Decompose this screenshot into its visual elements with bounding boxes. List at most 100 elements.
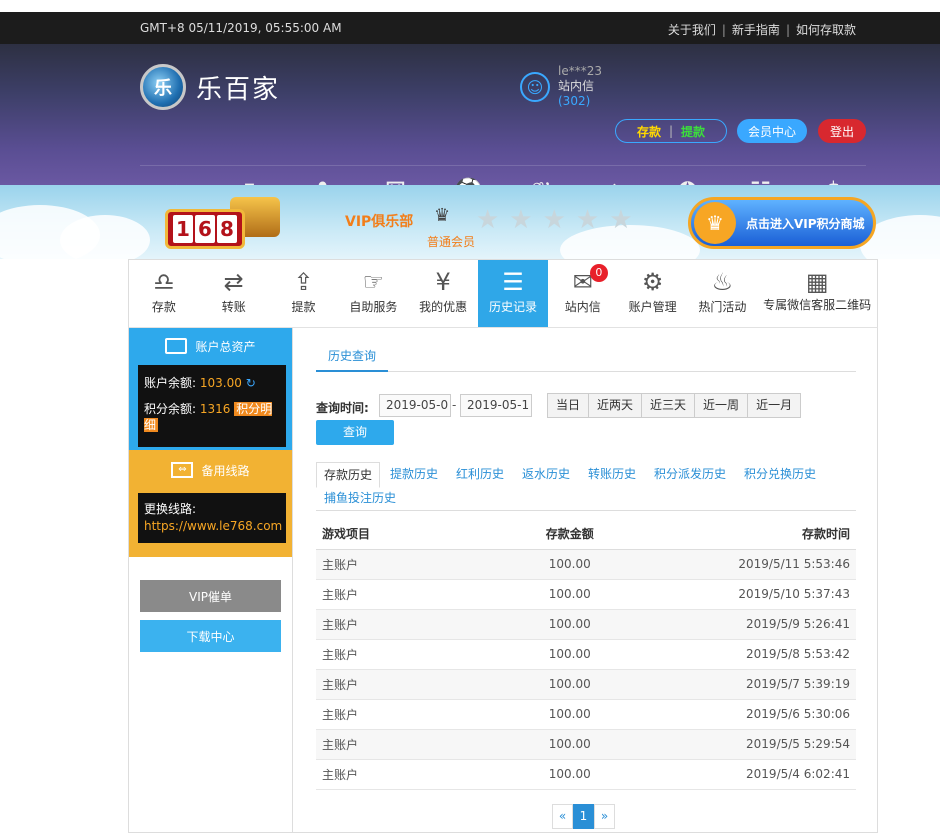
tab-points-exchange-history[interactable]: 积分兑换历史 (744, 462, 816, 486)
about-us-link[interactable]: 关于我们 (668, 23, 716, 37)
vip-level: 普通会员 (427, 235, 476, 249)
cell-game: 主账户 (316, 639, 511, 670)
inbox-count[interactable]: (302) (558, 94, 602, 109)
cell-amount: 100.00 (510, 549, 630, 580)
account-icon: ⚙ (641, 268, 664, 296)
table-row: 主账户 100.00 2019/5/9 5:26:41 (316, 609, 856, 640)
tab-transfer-history[interactable]: 转账历史 (588, 462, 636, 486)
sub-nav-label: 自助服务 (349, 300, 398, 314)
divider (140, 165, 866, 166)
sub-nav-item[interactable]: ♎ 存款 (129, 260, 199, 327)
download-center-button[interactable]: 下载中心 (140, 620, 281, 652)
backup-line-panel: ⇔ 备用线路 更换线路: https://www.le768.com (129, 450, 292, 557)
logout-button[interactable]: 登出 (818, 119, 866, 143)
refresh-icon[interactable]: ↻ (246, 376, 256, 390)
date-from-input[interactable]: 2019-05-0 (379, 394, 451, 417)
coupon-icon: ¥ (435, 268, 451, 296)
unread-badge: 0 (589, 264, 608, 282)
query-time-label: 查询时间: (316, 401, 369, 415)
quick-range-button[interactable]: 近两天 (588, 393, 642, 418)
table-row: 主账户 100.00 2019/5/11 5:53:46 (316, 549, 856, 580)
cell-time: 2019/5/5 5:29:54 (629, 729, 856, 760)
logo-text: 乐百家 (196, 74, 281, 105)
username: le***23 (558, 64, 602, 78)
tab-withdraw-history[interactable]: 提款历史 (390, 462, 438, 486)
deposit-button[interactable]: 存款 (637, 123, 661, 140)
cell-amount: 100.00 (510, 759, 630, 790)
quick-range-button[interactable]: 近一周 (694, 393, 748, 418)
withdraw-button[interactable]: 提款 (681, 123, 705, 140)
sub-nav-item[interactable]: ☞ 自助服务 (338, 260, 408, 327)
backup-line-box: 更换线路: https://www.le768.com (138, 493, 286, 543)
search-button[interactable]: 查询 (316, 420, 394, 445)
switch-label: 更换线路: (144, 502, 197, 516)
slot-digit: 6 (195, 215, 215, 243)
vip-mall-button[interactable]: ♛ 点击进入VIP积分商城 (688, 197, 876, 249)
quick-range-button[interactable]: 近一月 (747, 393, 802, 418)
slot-digit: 1 (173, 215, 193, 243)
sub-nav-item[interactable]: ✉ 站内信 0 (548, 260, 618, 327)
user-avatar-icon[interactable]: ☺ (520, 72, 550, 102)
sub-nav-item[interactable]: ¥ 我的优惠 (408, 260, 478, 327)
sub-nav-label: 专属微信客服二维码 (763, 298, 872, 312)
wallet-icon (165, 338, 188, 354)
tab-points-issue-history[interactable]: 积分派发历史 (654, 462, 726, 486)
tab-bonus-history[interactable]: 红利历史 (456, 462, 504, 486)
history-type-tabs: 存款历史 提款历史 红利历史 返水历史 转账历史 积分派发历史 积分兑换历史 捕… (316, 460, 856, 511)
quick-range-button[interactable]: 近三天 (641, 393, 695, 418)
qrcode-icon: ▦ (805, 268, 829, 296)
site-logo[interactable]: 乐 乐百家 (140, 64, 280, 110)
vip-banner: 1 6 8 VIP俱乐部 ♛ 普通会员 ★★★★★ ♛ 点击进入VIP积分商城 (0, 185, 940, 259)
how-to-deposit-link[interactable]: 如何存取款 (796, 23, 856, 37)
quick-range-button[interactable]: 当日 (547, 393, 589, 418)
date-to-input[interactable]: 2019-05-1 (460, 394, 532, 417)
cell-amount: 100.00 (510, 609, 630, 640)
divider: | (721, 23, 726, 37)
assets-header: 账户总资产 (129, 328, 292, 364)
backup-header: ⇔ 备用线路 (129, 450, 292, 490)
tab-rebate-history[interactable]: 返水历史 (522, 462, 570, 486)
sub-nav-label: 转账 (221, 300, 246, 314)
cell-time: 2019/5/11 5:53:46 (629, 549, 856, 580)
inbox-link[interactable]: 站内信 (558, 79, 602, 94)
site-header: 乐 乐百家 ☺ le***23 站内信 (302) 存款 | 提款 会员中心 登… (0, 44, 940, 221)
backup-title: 备用线路 (201, 463, 250, 478)
sub-nav-item[interactable]: ⚙ 账户管理 (618, 260, 688, 327)
tab-deposit-history[interactable]: 存款历史 (316, 462, 381, 488)
cell-game: 主账户 (316, 579, 511, 610)
self-service-icon: ☞ (362, 268, 385, 296)
pagination: « 1 » (552, 804, 615, 829)
page-1-button[interactable]: 1 (573, 804, 594, 829)
vip-club-title: VIP俱乐部 (345, 214, 414, 230)
table-row: 主账户 100.00 2019/5/8 5:53:42 (316, 639, 856, 670)
new-user-guide-link[interactable]: 新手指南 (732, 23, 780, 37)
table-row: 主账户 100.00 2019/5/7 5:39:19 (316, 669, 856, 700)
crown-icon: ♛ (434, 205, 451, 226)
cell-time: 2019/5/8 5:53:42 (629, 639, 856, 670)
sub-nav-item[interactable]: ⇄ 转账 (199, 260, 269, 327)
cell-amount: 100.00 (510, 579, 630, 610)
sub-nav-item[interactable]: ▦ 专属微信客服二维码 (757, 260, 877, 327)
slot-digit: 8 (217, 215, 237, 243)
transfer-icon: ⇄ (223, 268, 244, 296)
column-header-game: 游戏项目 (316, 519, 511, 550)
switch-route-icon: ⇔ (171, 462, 194, 478)
sub-nav-item[interactable]: ☰ 历史记录 (478, 260, 548, 327)
backup-url-link[interactable]: https://www.le768.com (144, 518, 282, 535)
sub-nav-label: 提款 (291, 300, 316, 314)
sub-nav-item[interactable]: ⇪ 提款 (269, 260, 339, 327)
withdraw-icon: ⇪ (293, 268, 314, 296)
cell-time: 2019/5/10 5:37:43 (629, 579, 856, 610)
member-center-button[interactable]: 会员中心 (737, 119, 807, 143)
user-info: ☺ le***23 站内信 (302) (520, 64, 602, 109)
sub-nav-label: 历史记录 (488, 300, 537, 314)
vip-urge-button[interactable]: VIP催单 (140, 580, 281, 612)
divider: | (668, 124, 674, 138)
balance-label: 账户余额: (144, 376, 197, 390)
sub-nav-item[interactable]: ♨ 热门活动 (688, 260, 758, 327)
account-sub-nav: ♎ 存款 ⇄ 转账 ⇪ 提款 ☞ 自助服务 ¥ 我的优惠 ☰ 历史记录 ✉ 站内信 0 ⚙ 账户管理 ♨ 热门活动 ▦… (128, 259, 878, 327)
prev-page-button[interactable]: « (552, 804, 573, 829)
tab-history-query[interactable]: 历史查询 (316, 346, 389, 372)
tab-fishing-bet-history[interactable]: 捕鱼投注历史 (324, 486, 396, 510)
next-page-button[interactable]: » (594, 804, 615, 829)
